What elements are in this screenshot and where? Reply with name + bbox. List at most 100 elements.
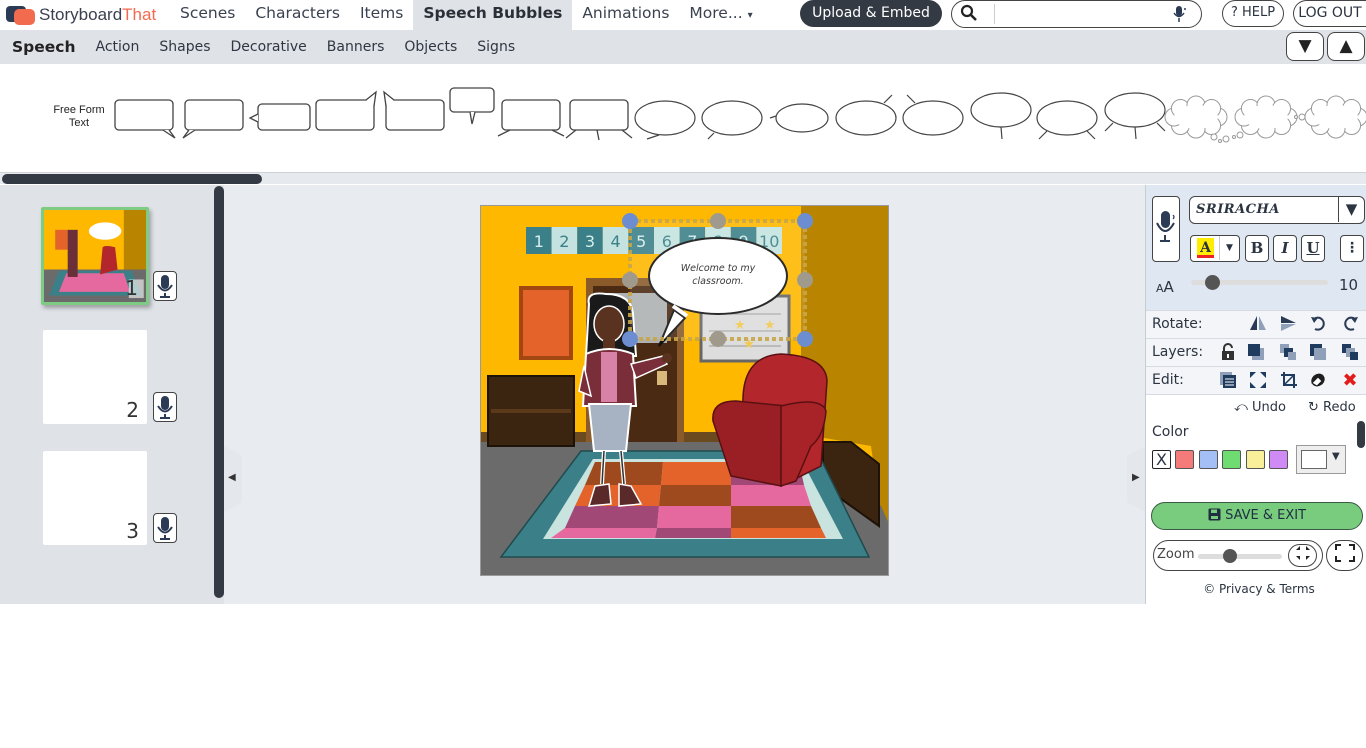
tab-shapes[interactable]: Shapes [149, 39, 220, 55]
flip-horizontal-icon[interactable] [1248, 315, 1268, 335]
rotate-left-icon[interactable] [1309, 315, 1329, 335]
bold-button[interactable]: B [1245, 235, 1269, 262]
resize-handle [710, 213, 726, 229]
font-family-select[interactable]: SRIRACHA ▼ [1189, 196, 1365, 224]
palette-scrollbar[interactable] [0, 172, 1366, 184]
upload-embed-button[interactable]: Upload & Embed [800, 0, 942, 27]
flip-vertical-icon[interactable] [1278, 315, 1298, 335]
undo-button[interactable]: ⤺ Undo [1234, 400, 1286, 415]
bubble-option-rect-tail-tr[interactable] [315, 90, 377, 131]
cell-3-audio-button[interactable] [153, 513, 177, 543]
color-swatch[interactable] [1269, 450, 1288, 469]
bubble-option-thought-bl[interactable] [1232, 95, 1298, 139]
nav-more[interactable]: More... ▾ [679, 0, 762, 30]
zoom-slider-knob[interactable] [1223, 549, 1238, 563]
rotate-right-icon[interactable] [1340, 315, 1360, 335]
underline-button[interactable]: U [1301, 235, 1325, 262]
font-name: SRIRACHA [1196, 202, 1280, 217]
microphone-icon [1156, 211, 1175, 242]
bubble-option-oval-tail-br[interactable] [634, 100, 696, 140]
tab-decorative[interactable]: Decorative [221, 39, 317, 55]
zoom-slider[interactable] [1198, 554, 1282, 559]
tab-banners[interactable]: Banners [317, 39, 395, 55]
bubble-option-oval-tail-left[interactable] [769, 103, 829, 133]
bubble-option-oval-tail-bl[interactable] [701, 100, 763, 140]
send-to-back-icon[interactable] [1340, 343, 1360, 363]
search-input[interactable] [994, 4, 1164, 24]
zoom-fit-button[interactable] [1288, 544, 1317, 567]
selection-box[interactable] [622, 213, 813, 347]
expand-palette-button[interactable]: ▲ [1327, 32, 1365, 61]
microphone-icon[interactable] [1173, 5, 1187, 27]
bubble-items [114, 87, 1366, 143]
palette-scroll-thumb[interactable] [2, 174, 262, 184]
nav-speech-bubbles[interactable]: Speech Bubbles [413, 0, 573, 30]
bubble-option-oval-tail-both[interactable] [1036, 100, 1098, 140]
tab-objects[interactable]: Objects [394, 39, 467, 55]
bubble-option-thought-br[interactable] [1164, 95, 1230, 143]
cells-scrollbar[interactable] [214, 186, 224, 598]
bubble-option-rect-tail-br[interactable] [114, 99, 176, 139]
color-swatch[interactable] [1245, 450, 1265, 469]
bubble-option-thought-left[interactable] [1294, 95, 1366, 139]
no-color-swatch[interactable]: X [1152, 450, 1171, 469]
search-icon[interactable] [960, 4, 978, 26]
caret-down-icon[interactable]: ▼ [1219, 236, 1239, 260]
collapse-palette-button[interactable]: ▼ [1286, 32, 1324, 61]
bring-to-front-icon[interactable] [1246, 343, 1266, 363]
text-color-button[interactable]: A ▼ [1190, 235, 1240, 262]
scene-canvas[interactable]: 12345678910 ★ ★ ★ [480, 205, 889, 576]
send-backward-icon[interactable] [1308, 343, 1328, 363]
properties-scrollbar[interactable] [1357, 421, 1365, 448]
copy-icon[interactable] [1218, 371, 1238, 391]
bubble-option-rect-tail-left[interactable] [248, 103, 311, 131]
bubble-option-oval-tail-three[interactable] [1104, 92, 1166, 140]
nav-items[interactable]: Items [350, 0, 413, 30]
unlock-icon[interactable] [1218, 343, 1238, 363]
bubble-option-rect-tail-both[interactable] [497, 99, 565, 137]
collapse-right-panel-button[interactable]: ▶ [1127, 446, 1145, 512]
crop-icon[interactable] [1279, 371, 1299, 391]
logout-button[interactable]: LOG OUT [1293, 0, 1366, 27]
text-to-speech-button[interactable] [1152, 196, 1180, 262]
cell-2-audio-button[interactable] [153, 392, 177, 422]
privacy-terms-link[interactable]: © Privacy & Terms [1146, 582, 1366, 596]
storyboard-cell-3[interactable]: 3 [43, 451, 147, 545]
italic-button[interactable]: I [1273, 235, 1297, 262]
bubble-option-oval-tail-tl[interactable] [902, 94, 964, 136]
storyboard-cell-1[interactable]: 1 [41, 207, 149, 305]
redo-button[interactable]: ↻ Redo [1308, 400, 1356, 415]
number-tile-label: 3 [585, 232, 595, 251]
storyboard-cell-2[interactable]: 2 [43, 330, 147, 424]
bubble-option-rect-tail-bottom[interactable] [449, 87, 495, 125]
cell-1-audio-button[interactable] [153, 271, 177, 301]
color-swatch[interactable] [1175, 450, 1194, 469]
undo-redo-row: ⤺ Undo ↻ Redo [1146, 394, 1366, 422]
bubble-option-rect-tail-bl[interactable] [182, 99, 244, 139]
more-options-button[interactable]: ⋮ [1340, 235, 1364, 262]
nav-characters[interactable]: Characters [245, 0, 350, 30]
resize-handle [797, 213, 813, 229]
eraser-icon[interactable] [1308, 371, 1328, 391]
color-swatch[interactable] [1198, 450, 1218, 469]
nav-scenes[interactable]: Scenes [170, 0, 245, 30]
storyboardthat-logo[interactable]: StoryboardThat [6, 3, 156, 27]
save-exit-button[interactable]: SAVE & EXIT [1151, 502, 1363, 530]
custom-color-picker[interactable]: ▼ [1296, 445, 1346, 474]
bubble-option-rect-tail-three[interactable] [565, 99, 633, 141]
nav-animations[interactable]: Animations [572, 0, 679, 30]
help-button[interactable]: ? HELP [1222, 0, 1284, 27]
tab-speech[interactable]: Speech [2, 38, 86, 56]
font-size-slider-knob[interactable] [1204, 275, 1220, 290]
tab-action[interactable]: Action [86, 39, 150, 55]
bubble-option-oval-tail-tr[interactable] [835, 94, 897, 136]
color-swatch[interactable] [1222, 450, 1241, 469]
fullscreen-button[interactable] [1326, 540, 1363, 571]
delete-icon[interactable]: ✖ [1340, 371, 1360, 391]
expand-icon[interactable] [1248, 371, 1268, 391]
bring-forward-icon[interactable] [1278, 343, 1298, 363]
tab-signs[interactable]: Signs [467, 39, 525, 55]
collapse-left-panel-button[interactable]: ◀ [224, 446, 242, 512]
bubble-option-oval-tail-bottom[interactable] [970, 92, 1032, 140]
bubble-option-rect-tail-tl[interactable] [383, 90, 445, 131]
